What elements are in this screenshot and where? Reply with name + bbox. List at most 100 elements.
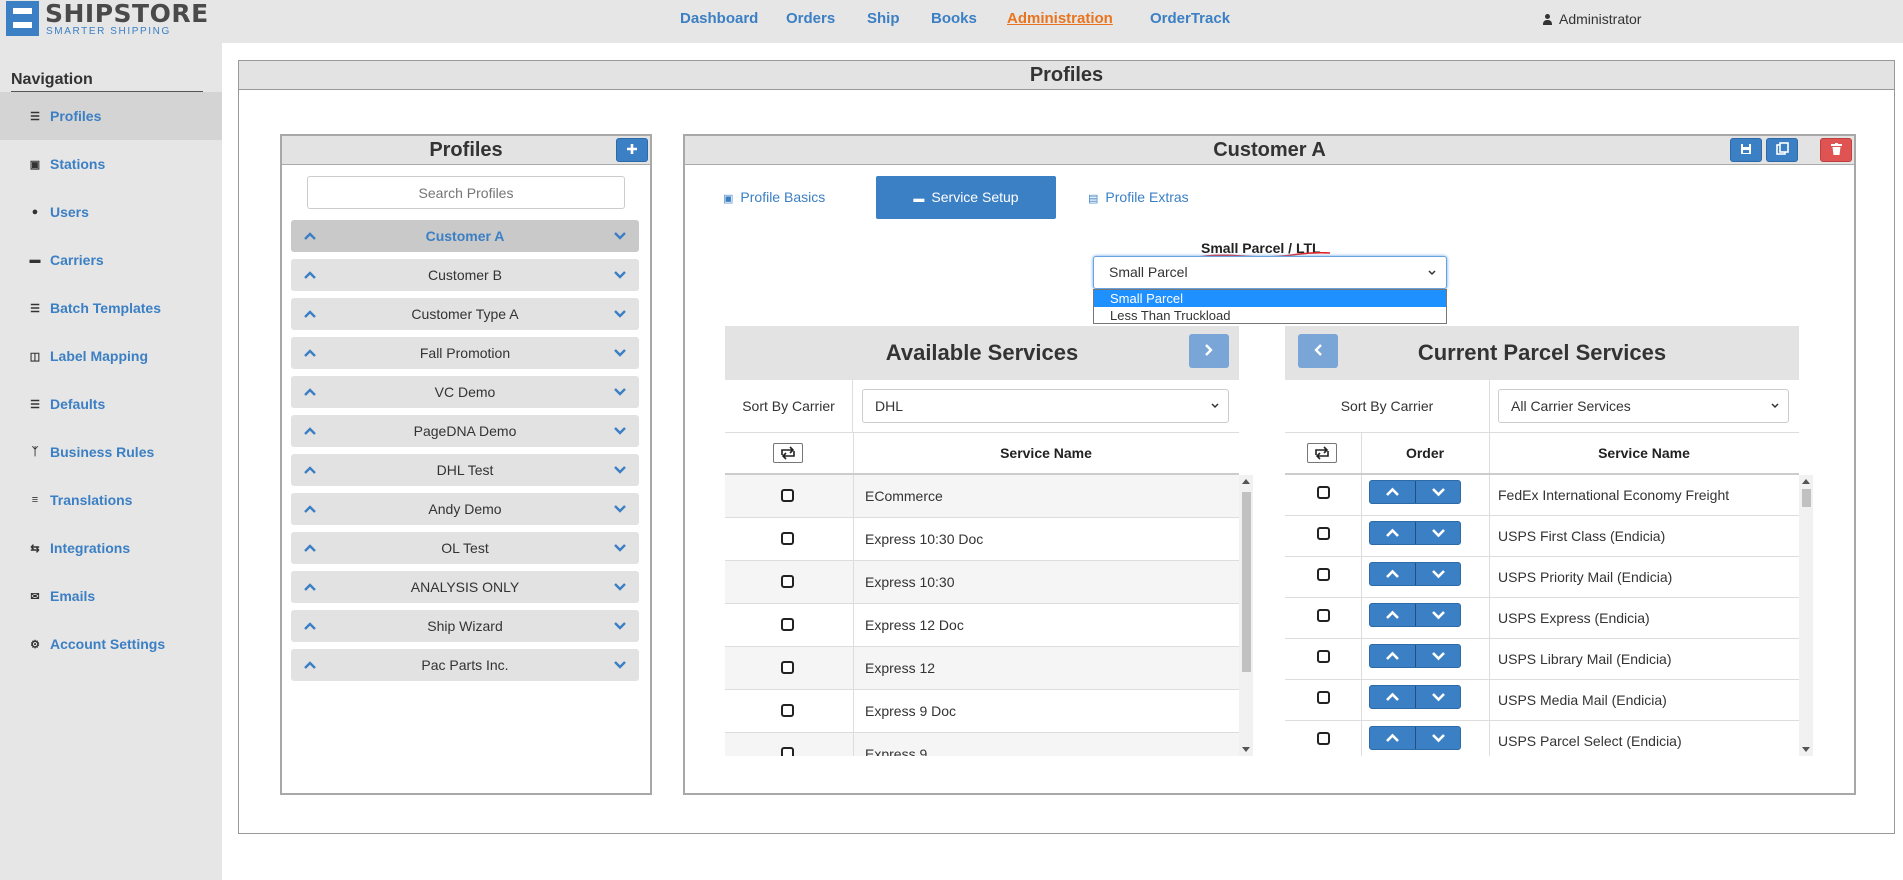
copy-profile-button[interactable] — [1766, 138, 1798, 162]
sidebar-item-integrations[interactable]: ⇆ Integrations — [0, 524, 222, 572]
profile-item[interactable]: Andy Demo — [291, 493, 639, 525]
sidebar-item-label-mapping[interactable]: ◫ Label Mapping — [0, 332, 222, 380]
profile-item[interactable]: Fall Promotion — [291, 337, 639, 369]
chevron-up-icon[interactable] — [303, 580, 317, 594]
sidebar-item-profiles[interactable]: ☰ Profiles — [0, 92, 222, 140]
scroll-thumb[interactable] — [1242, 492, 1251, 672]
nav-ship[interactable]: Ship — [867, 10, 900, 27]
row-checkbox[interactable] — [781, 747, 794, 756]
row-checkbox[interactable] — [1317, 732, 1330, 745]
move-up-button[interactable] — [1370, 522, 1415, 544]
remove-service-button[interactable] — [1298, 334, 1338, 368]
move-up-button[interactable] — [1370, 604, 1415, 626]
available-scrollbar[interactable] — [1239, 475, 1253, 756]
row-checkbox[interactable] — [1317, 650, 1330, 663]
chevron-up-icon[interactable] — [303, 229, 317, 243]
row-checkbox[interactable] — [1317, 691, 1330, 704]
tab-profile-extras[interactable]: ▤ Profile Extras — [1088, 176, 1189, 219]
row-checkbox[interactable] — [1317, 486, 1330, 499]
sidebar-item-business-rules[interactable]: ᛉ Business Rules — [0, 428, 222, 476]
search-profiles-input[interactable] — [307, 176, 625, 209]
scroll-up-arrow[interactable] — [1242, 479, 1250, 484]
nav-orders[interactable]: Orders — [786, 10, 835, 27]
sidebar-item-emails[interactable]: ✉ Emails — [0, 572, 222, 620]
user-menu[interactable]: Administrator — [1543, 11, 1641, 27]
add-profile-button[interactable] — [616, 138, 648, 162]
move-up-button[interactable] — [1370, 563, 1415, 585]
nav-ordertrack[interactable]: OrderTrack — [1150, 10, 1230, 27]
sidebar-item-defaults[interactable]: ☰ Defaults — [0, 380, 222, 428]
sidebar-item-account-settings[interactable]: ⚙ Account Settings — [0, 620, 222, 668]
chevron-down-icon[interactable] — [613, 463, 627, 477]
profile-item[interactable]: DHL Test — [291, 454, 639, 486]
profile-item[interactable]: Customer B — [291, 259, 639, 291]
scroll-down-arrow[interactable] — [1242, 747, 1250, 752]
row-checkbox[interactable] — [781, 618, 794, 631]
move-up-button[interactable] — [1370, 727, 1415, 749]
sidebar-item-batch-templates[interactable]: ☰ Batch Templates — [0, 284, 222, 332]
scroll-up-arrow[interactable] — [1802, 479, 1810, 484]
chevron-up-icon[interactable] — [303, 385, 317, 399]
profile-item[interactable]: Customer Type A — [291, 298, 639, 330]
move-down-button[interactable] — [1416, 604, 1461, 626]
row-checkbox[interactable] — [1317, 527, 1330, 540]
sidebar-item-stations[interactable]: ▣ Stations — [0, 140, 222, 188]
chevron-up-icon[interactable] — [303, 307, 317, 321]
available-carrier-select[interactable]: DHL — [862, 389, 1229, 423]
chevron-up-icon[interactable] — [303, 424, 317, 438]
chevron-down-icon[interactable] — [613, 307, 627, 321]
sidebar-item-carriers[interactable]: ▬ Carriers — [0, 236, 222, 284]
tab-profile-basics[interactable]: ▣ Profile Basics — [723, 176, 825, 219]
save-profile-button[interactable] — [1730, 138, 1762, 162]
profile-item[interactable]: PageDNA Demo — [291, 415, 639, 447]
row-checkbox[interactable] — [781, 704, 794, 717]
move-down-button[interactable] — [1416, 563, 1461, 585]
scroll-thumb[interactable] — [1802, 489, 1811, 507]
chevron-down-icon[interactable] — [613, 502, 627, 516]
profile-item[interactable]: VC Demo — [291, 376, 639, 408]
row-checkbox[interactable] — [781, 532, 794, 545]
nav-dashboard[interactable]: Dashboard — [680, 10, 758, 27]
chevron-up-icon[interactable] — [303, 658, 317, 672]
chevron-up-icon[interactable] — [303, 346, 317, 360]
nav-administration[interactable]: Administration — [1007, 10, 1113, 27]
option-small-parcel[interactable]: Small Parcel — [1094, 290, 1446, 307]
row-checkbox[interactable] — [781, 489, 794, 502]
profile-item[interactable]: Customer A — [291, 220, 639, 252]
current-carrier-select[interactable]: All Carrier Services — [1498, 389, 1789, 423]
tab-service-setup[interactable]: ▬ Service Setup — [876, 176, 1056, 219]
refresh-button[interactable] — [773, 443, 803, 463]
refresh-button[interactable] — [1307, 443, 1337, 463]
current-scrollbar[interactable] — [1799, 475, 1813, 756]
nav-books[interactable]: Books — [931, 10, 977, 27]
move-down-button[interactable] — [1416, 481, 1461, 503]
option-less-than-truckload[interactable]: Less Than Truckload — [1094, 307, 1446, 324]
chevron-down-icon[interactable] — [613, 424, 627, 438]
row-checkbox[interactable] — [1317, 568, 1330, 581]
move-down-button[interactable] — [1416, 727, 1461, 749]
move-up-button[interactable] — [1370, 686, 1415, 708]
chevron-down-icon[interactable] — [613, 229, 627, 243]
add-service-button[interactable] — [1189, 334, 1229, 368]
chevron-up-icon[interactable] — [303, 541, 317, 555]
sidebar-item-translations[interactable]: ≡ Translations — [0, 476, 222, 524]
chevron-down-icon[interactable] — [613, 658, 627, 672]
move-down-button[interactable] — [1416, 645, 1461, 667]
move-down-button[interactable] — [1416, 686, 1461, 708]
shipstore-logo[interactable]: SHIPSTORE SMARTER SHIPPING — [6, 0, 208, 39]
move-up-button[interactable] — [1370, 645, 1415, 667]
chevron-up-icon[interactable] — [303, 502, 317, 516]
profile-item[interactable]: OL Test — [291, 532, 639, 564]
chevron-down-icon[interactable] — [613, 541, 627, 555]
shipment-mode-select[interactable]: Small Parcel — [1093, 256, 1447, 289]
chevron-up-icon[interactable] — [303, 619, 317, 633]
chevron-down-icon[interactable] — [613, 268, 627, 282]
chevron-up-icon[interactable] — [303, 268, 317, 282]
chevron-down-icon[interactable] — [613, 385, 627, 399]
profile-item[interactable]: Ship Wizard — [291, 610, 639, 642]
profile-item[interactable]: ANALYSIS ONLY — [291, 571, 639, 603]
chevron-down-icon[interactable] — [613, 346, 627, 360]
delete-profile-button[interactable] — [1820, 138, 1852, 162]
row-checkbox[interactable] — [1317, 609, 1330, 622]
move-up-button[interactable] — [1370, 481, 1415, 503]
